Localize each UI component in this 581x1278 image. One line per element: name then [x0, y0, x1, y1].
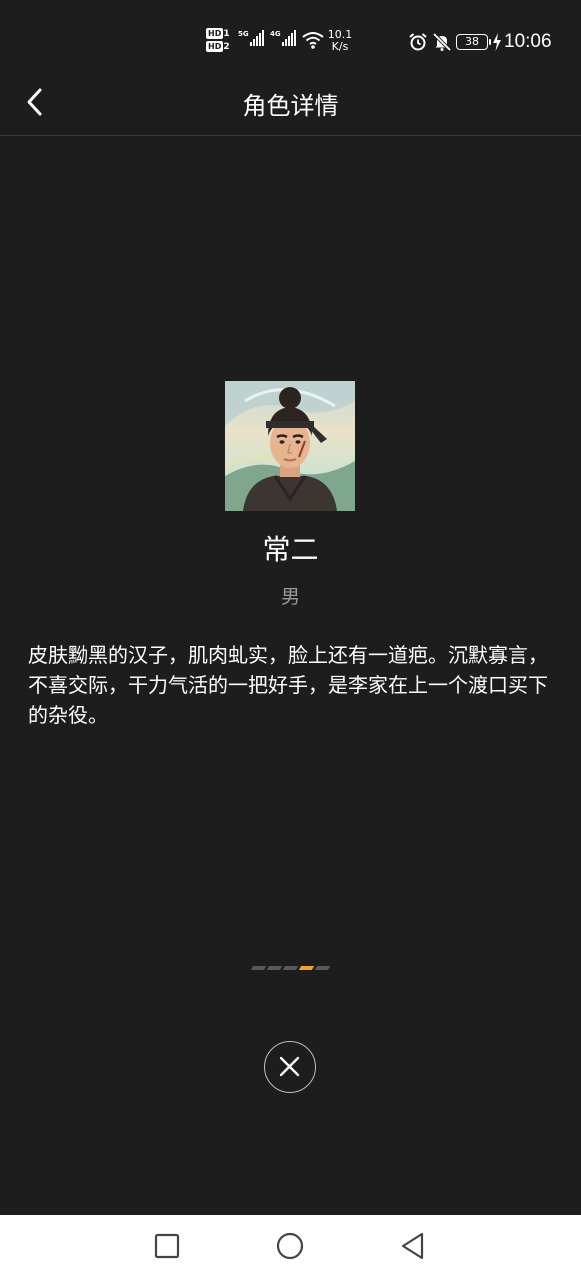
page-dot-active: [298, 966, 315, 970]
wifi-icon: [302, 32, 324, 49]
net2-label: 4G: [270, 30, 281, 38]
page-dot: [282, 966, 299, 970]
net1-label: 5G: [238, 30, 249, 38]
network-speed: 10.1 K/s: [326, 29, 354, 53]
close-icon: [279, 1056, 300, 1077]
status-bar: HD 1 HD 2 5G 4G 10.1 K/s 38 10:06: [0, 0, 581, 70]
hd-indicator: HD 1 HD 2: [206, 28, 234, 54]
recent-apps-icon: [154, 1233, 180, 1259]
battery-icon: 38: [456, 34, 491, 50]
clock: 10:06: [504, 31, 552, 52]
signal-icon: 4G: [270, 30, 296, 46]
page-title: 角色详情: [242, 92, 339, 120]
speed-unit: K/s: [331, 40, 349, 53]
nav-back-button[interactable]: [398, 1231, 428, 1261]
page-indicator: [250, 966, 331, 970]
page-dot: [314, 966, 331, 970]
page-dot: [266, 966, 283, 970]
close-button[interactable]: [264, 1041, 316, 1093]
screen: HD 1 HD 2 5G 4G 10.1 K/s 38 10:06 角色详情 常…: [0, 0, 581, 1278]
character-name: 常二: [262, 533, 319, 566]
alarm-icon: [409, 33, 427, 51]
home-icon: [276, 1232, 304, 1260]
hd2-sim: 2: [223, 42, 230, 52]
character-avatar-image: [225, 381, 355, 511]
charging-icon: [493, 33, 501, 51]
hd1-sim: 1: [223, 29, 230, 39]
hd1-badge: HD: [206, 28, 224, 39]
system-nav-bar: [0, 1215, 581, 1278]
page-dot: [250, 966, 267, 970]
home-button[interactable]: [275, 1231, 305, 1261]
character-portrait: [225, 381, 355, 511]
hd2-badge: HD: [206, 41, 224, 52]
mute-icon: [432, 32, 452, 52]
character-gender: 男: [280, 586, 300, 608]
app-header: 角色详情: [0, 70, 581, 136]
back-icon: [401, 1232, 424, 1260]
character-description: 皮肤黝黑的汉子，肌肉虬实，脸上还有一道疤。沉默寡言，不喜交际，干力气活的一把好手…: [28, 643, 548, 727]
recent-apps-button[interactable]: [152, 1231, 182, 1261]
signal-icon: 5G: [238, 30, 264, 46]
